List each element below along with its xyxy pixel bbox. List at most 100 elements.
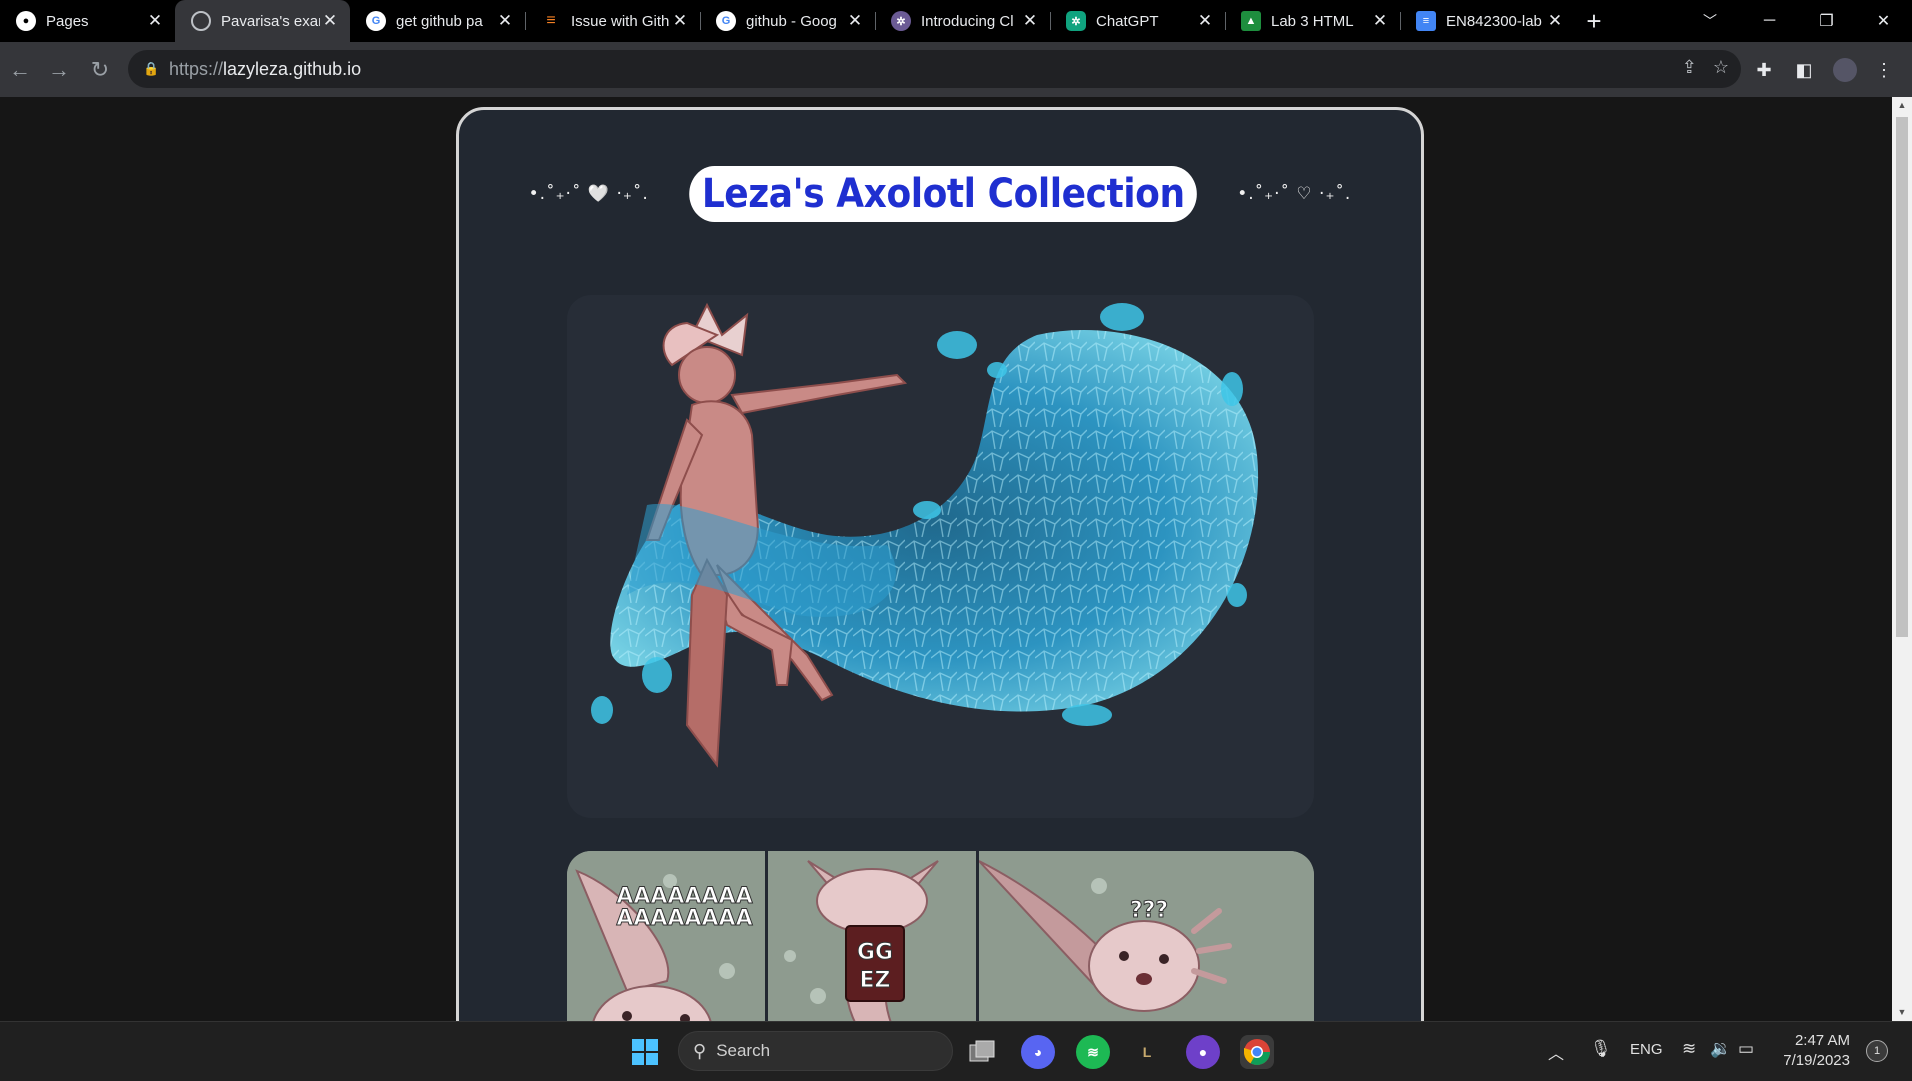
page-title: Leza's Axolotl Collection [688,166,1197,222]
tab-strip: ● Pages ✕ Pavarisa's exar ✕ G get github… [0,0,1912,42]
language-indicator[interactable]: ENG [1630,1041,1663,1058]
taskbar-search-placeholder: Search [716,1041,771,1060]
close-icon[interactable]: ✕ [670,11,690,31]
tab-title: Issue with Gith [571,12,670,30]
tab-pages[interactable]: ● Pages ✕ [0,0,175,42]
league-of-legends-icon[interactable]: L [1130,1035,1164,1069]
page-scrollbar[interactable]: ▲ ▼ [1892,97,1912,1021]
google-icon: G [366,11,386,31]
browser-toolbar: ← → ↻ 🔒 https://lazyleza.github.io ⇪ ☆ ✚… [0,42,1912,97]
tab-title: Introducing Cl [921,12,1014,30]
tab-title: ChatGPT [1096,12,1159,30]
windows-start-icon[interactable] [628,1035,662,1069]
tab-introducing[interactable]: ✲ Introducing Cl ✕ [875,0,1050,42]
close-icon[interactable]: ✕ [145,11,165,31]
title-decoration-right: •.˚₊‧˚ ♡ ‧₊˚. [1237,184,1352,204]
axolotl-scream-illustration [567,851,765,1021]
back-arrow-icon[interactable]: ← [6,56,34,84]
collection-card: •.˚₊‧˚ 🤍 ‧₊˚. Leza's Axolotl Collection … [456,107,1424,1021]
chatgpt-icon: ✲ [1066,11,1086,31]
clock[interactable]: 2:47 AM 7/19/2023 [1768,1031,1850,1071]
close-icon[interactable]: ✕ [1195,11,1215,31]
gallery-item-question[interactable]: ??? [979,851,1314,1021]
battery-icon[interactable]: ▭ [1738,1039,1754,1059]
tab-title: EN842300-lab [1446,12,1542,30]
page-viewport: •.˚₊‧˚ 🤍 ‧₊˚. Leza's Axolotl Collection … [0,97,1892,1021]
tab-title: Pages [46,12,89,30]
gallery-caption: ??? [1129,898,1169,923]
tab-google-github-pages[interactable]: G get github pa ✕ [350,0,525,42]
side-panel-icon[interactable]: ◧ [1790,56,1818,84]
search-icon: ⚲ [693,1040,707,1061]
share-icon[interactable]: ⇪ [1682,57,1697,78]
gallery-item-gg-ez[interactable]: GG EZ [768,851,976,1021]
windows-taskbar: ⚲ Search ◕ ≋ L ● ︿ 🎙 ENG ≋ 🔉 ▭ 2:47 AM 7… [0,1021,1912,1081]
restore-icon[interactable]: ❐ [1798,0,1855,42]
notification-badge[interactable]: 1 [1866,1040,1888,1062]
microphone-icon[interactable]: 🎙 [1590,1039,1612,1059]
close-window-icon[interactable]: ✕ [1855,0,1912,42]
tab-google-github[interactable]: G github - Goog ✕ [700,0,875,42]
url-host: lazyleza.github.io [223,58,362,79]
spotify-icon[interactable]: ≋ [1076,1035,1110,1069]
tab-title: Lab 3 HTML [1271,12,1354,30]
tab-stackoverflow[interactable]: ≡ Issue with Gith ✕ [525,0,700,42]
wifi-icon[interactable]: ≋ [1682,1039,1696,1059]
close-icon[interactable]: ✕ [1370,11,1390,31]
close-icon[interactable]: ✕ [1020,11,1040,31]
globe-icon [191,11,211,31]
tab-title: Pavarisa's exar [221,12,320,30]
gallery-caption: GG EZ [856,940,894,994]
scroll-down-arrow-icon[interactable]: ▼ [1892,1004,1912,1021]
gallery-caption: AAAAAAAA AAAAAAAA [616,884,753,931]
scrollbar-thumb[interactable] [1896,117,1908,637]
bookmark-star-icon[interactable]: ☆ [1713,57,1729,78]
tab-lab3[interactable]: ▲ Lab 3 HTML ✕ [1225,0,1400,42]
extensions-puzzle-icon[interactable]: ✚ [1750,56,1778,84]
hero-illustration [591,302,1259,768]
window-controls: ─ ❐ ✕ [1741,0,1912,42]
stackoverflow-icon: ≡ [546,12,556,29]
kebab-menu-icon[interactable]: ⋮ [1870,56,1898,84]
tab-search-chevron-icon[interactable]: ﹀ [1690,0,1730,42]
close-icon[interactable]: ✕ [495,11,515,31]
hero-image-axolotl-girl [567,295,1314,818]
title-row: •.˚₊‧˚ 🤍 ‧₊˚. Leza's Axolotl Collection … [459,165,1421,223]
lock-icon: 🔒 [143,61,160,76]
forward-arrow-icon[interactable]: → [45,56,73,84]
profile-avatar[interactable] [1831,56,1859,84]
chevron-up-icon[interactable]: ︿ [1548,1040,1564,1064]
axolotl-gallery: AAAAAAAA AAAAAAAA GG EZ ??? [567,851,1314,1021]
docs-icon: ≡ [1416,11,1436,31]
new-tab-button[interactable]: + [1575,0,1613,42]
close-icon[interactable]: ✕ [1545,11,1565,31]
tab-pavarisa[interactable]: Pavarisa's exar ✕ [175,0,350,42]
discord-icon[interactable]: ◕ [1021,1035,1055,1069]
google-icon: G [716,11,736,31]
chrome-icon[interactable] [1240,1035,1274,1069]
clock-date: 7/19/2023 [1783,1052,1850,1069]
github-desktop-icon[interactable]: ● [1186,1035,1220,1069]
title-decoration-left: •.˚₊‧˚ 🤍 ‧₊˚. [528,184,649,204]
axolotl-question-illustration [979,851,1314,1021]
address-bar[interactable]: 🔒 https://lazyleza.github.io ⇪ ☆ [128,50,1741,88]
reload-icon[interactable]: ↻ [86,56,114,84]
tab-en842300[interactable]: ≡ EN842300-lab ✕ [1400,0,1575,42]
task-view-icon[interactable] [965,1035,999,1069]
openai-icon: ✲ [891,11,911,31]
clock-time: 2:47 AM [1794,1032,1850,1049]
tab-chatgpt[interactable]: ✲ ChatGPT ✕ [1050,0,1225,42]
close-icon[interactable]: ✕ [320,11,340,31]
url-text: https://lazyleza.github.io [169,59,361,80]
gallery-item-scream[interactable]: AAAAAAAA AAAAAAAA [567,851,765,1021]
taskbar-search-box[interactable]: ⚲ Search [678,1031,953,1071]
axolotl-gg-ez-illustration [768,851,976,1021]
classroom-icon: ▲ [1241,11,1261,31]
close-icon[interactable]: ✕ [845,11,865,31]
scroll-up-arrow-icon[interactable]: ▲ [1892,97,1912,114]
tab-title: github - Goog [746,12,837,30]
volume-icon[interactable]: 🔉 [1710,1039,1731,1059]
github-icon: ● [16,11,36,31]
minimize-icon[interactable]: ─ [1741,0,1798,42]
url-scheme: https:// [169,58,224,79]
